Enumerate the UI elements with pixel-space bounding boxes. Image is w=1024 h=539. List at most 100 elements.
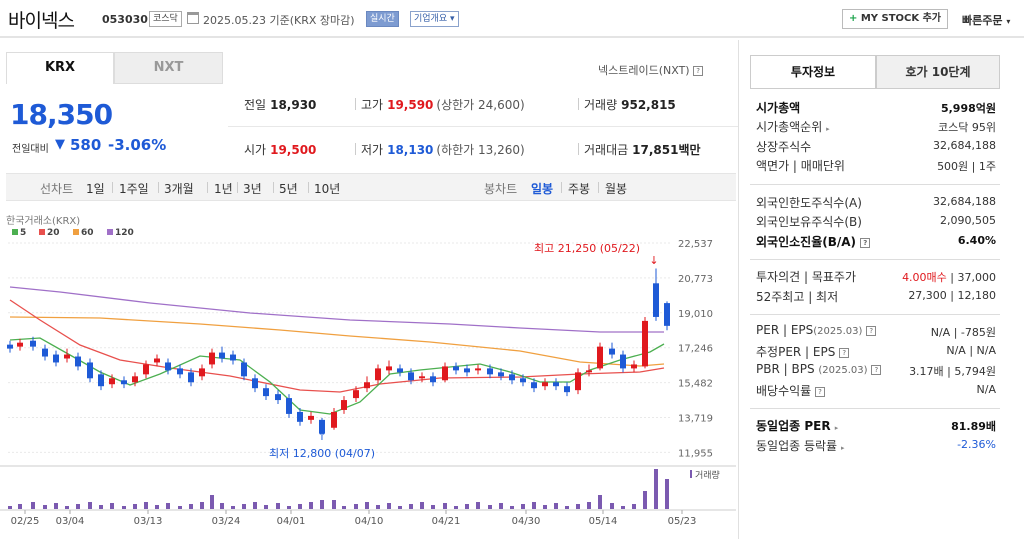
volume-bar [88, 502, 92, 509]
quick-order-link[interactable]: 빠른주문 ▾ [962, 12, 1010, 28]
volume-bar [144, 502, 148, 509]
candle [252, 374, 258, 393]
volume-bar [200, 502, 204, 509]
moving-averages [9, 286, 665, 415]
divider [158, 182, 159, 193]
market-cap-rank-label: 시가총액순위 ▸ [756, 118, 830, 135]
info-row-foreign-limit: 외국인한도주식수(A) 32,684,188 [756, 194, 996, 212]
candle-body [386, 366, 392, 371]
candle-body [631, 364, 637, 369]
candle-body [609, 348, 615, 355]
candle-body [219, 352, 225, 359]
tab-orderbook-10[interactable]: 호가 10단계 [876, 55, 1000, 89]
tab-krx[interactable]: KRX [6, 52, 114, 84]
y-axis: 22,537 20,773 19,010 17,246 15,482 13,719 11,9… [678, 239, 713, 459]
y-tick-label: 22,537 [678, 239, 713, 250]
candle [87, 358, 93, 383]
candle-body [375, 368, 381, 381]
period-5y[interactable]: 5년 [279, 180, 298, 197]
candle [553, 378, 559, 391]
prev-close-label: 전일 [244, 98, 267, 112]
company-info-button[interactable]: 기업개요 ▾ [410, 11, 459, 27]
nextrade-link[interactable]: 넥스트레이드(NXT) ? [598, 62, 704, 78]
divider [598, 182, 599, 193]
candle [620, 350, 626, 373]
x-tick-label: 04/21 [432, 516, 461, 527]
period-3m[interactable]: 3개월 [164, 180, 194, 197]
down-arrow-icon: ↓ [649, 254, 658, 267]
candle [17, 338, 23, 351]
low-label: 저가 [361, 143, 384, 157]
add-mystock-button[interactable]: + MY STOCK 추가 [842, 9, 948, 29]
info-row-industry-change[interactable]: 동일업종 등락률 ▸ -2.36% [756, 437, 996, 455]
legend-swatch-5 [12, 229, 18, 235]
up-arrow-icon: ↑ [317, 430, 326, 443]
candle-body [308, 415, 314, 420]
period-1w[interactable]: 1주일 [119, 180, 149, 197]
candle-body [7, 344, 13, 349]
candle-body [442, 366, 448, 381]
est-per-label: 추정PER | EPS ? [756, 343, 850, 360]
x-tick-label: 03/24 [212, 516, 241, 527]
help-icon[interactable]: ? [860, 237, 871, 248]
volume-bar [354, 504, 358, 509]
52week-value: 27,300 | 12,180 [908, 289, 996, 302]
candle-body [531, 382, 537, 389]
price-chart[interactable]: 한국거래소(KRX) 5 20 60 120 22,537 20,773 19,010 17… [0, 212, 736, 539]
period-1d[interactable]: 1일 [86, 180, 105, 197]
market-cap-label: 시가총액 [756, 101, 801, 115]
x-tick-label: 05/23 [668, 516, 697, 527]
tab-invest-info[interactable]: 투자정보 [750, 55, 876, 89]
candle-body [620, 354, 626, 369]
help-icon[interactable]: ? [871, 364, 882, 375]
line-chart-label: 선차트 [40, 182, 74, 196]
candle-weekly[interactable]: 주봉 [568, 180, 590, 197]
divider [750, 314, 1000, 315]
add-mystock-label: MY STOCK 추가 [860, 13, 942, 24]
info-row-market-cap-rank[interactable]: 시가총액순위 ▸ 코스닥 95위 [756, 118, 996, 136]
period-1y[interactable]: 1년 [214, 180, 233, 197]
period-3y[interactable]: 3년 [243, 180, 262, 197]
volume-bars [8, 469, 669, 509]
info-row-industry-per[interactable]: 동일업종 PER ▸ 81.89배 [756, 417, 996, 435]
live-badge[interactable]: 실시간 [366, 11, 399, 27]
candle-body [143, 364, 149, 375]
y-tick-label: 19,010 [678, 309, 713, 320]
volume-label: 거래량 [584, 98, 618, 112]
help-icon[interactable]: ? [815, 386, 826, 397]
candle [308, 411, 314, 424]
foreign-ratio-value: 6.40% [957, 234, 996, 247]
divider [750, 184, 1000, 185]
industry-per-label: 동일업종 PER ▸ [756, 417, 838, 434]
candle-body [653, 283, 659, 317]
divider [750, 408, 1000, 409]
tab-nxt[interactable]: NXT [114, 52, 223, 84]
help-icon[interactable]: ? [866, 325, 877, 336]
legend-label-60: 60 [81, 228, 94, 238]
x-axis: 02/25 03/04 03/13 03/24 04/01 04/10 04/21 04/30… [11, 510, 697, 527]
x-tick-label: 03/04 [56, 516, 85, 527]
prev-close: 전일 18,930 [244, 96, 316, 113]
candle-body [209, 352, 215, 365]
divider [355, 98, 356, 110]
info-row-est-per: 추정PER | EPS ? N/A | N/A [756, 343, 996, 361]
candle-chart-label: 봉차트 [484, 182, 518, 196]
quote-date: 2025.05.23 기준(KRX 장마감) [203, 14, 355, 27]
candle-body [331, 411, 337, 428]
volume-bar [210, 495, 214, 509]
volume-bar [643, 491, 647, 509]
help-icon[interactable]: ? [693, 66, 704, 76]
divider [355, 143, 356, 155]
industry-change-text: 동일업종 등락률 [756, 439, 838, 453]
volume-bar [166, 503, 170, 509]
volume-bar [298, 504, 302, 509]
volume-bar [565, 506, 569, 509]
candle-body [199, 368, 205, 377]
candle-daily[interactable]: 일봉 [531, 180, 553, 197]
period-10y[interactable]: 10년 [314, 180, 340, 197]
candle-monthly[interactable]: 월봉 [605, 180, 627, 197]
market-cap-rank-text: 시가총액순위 [756, 120, 823, 134]
candle [575, 368, 581, 395]
opinion-rating: 4.00매수 [902, 271, 947, 284]
help-icon[interactable]: ? [839, 347, 850, 358]
